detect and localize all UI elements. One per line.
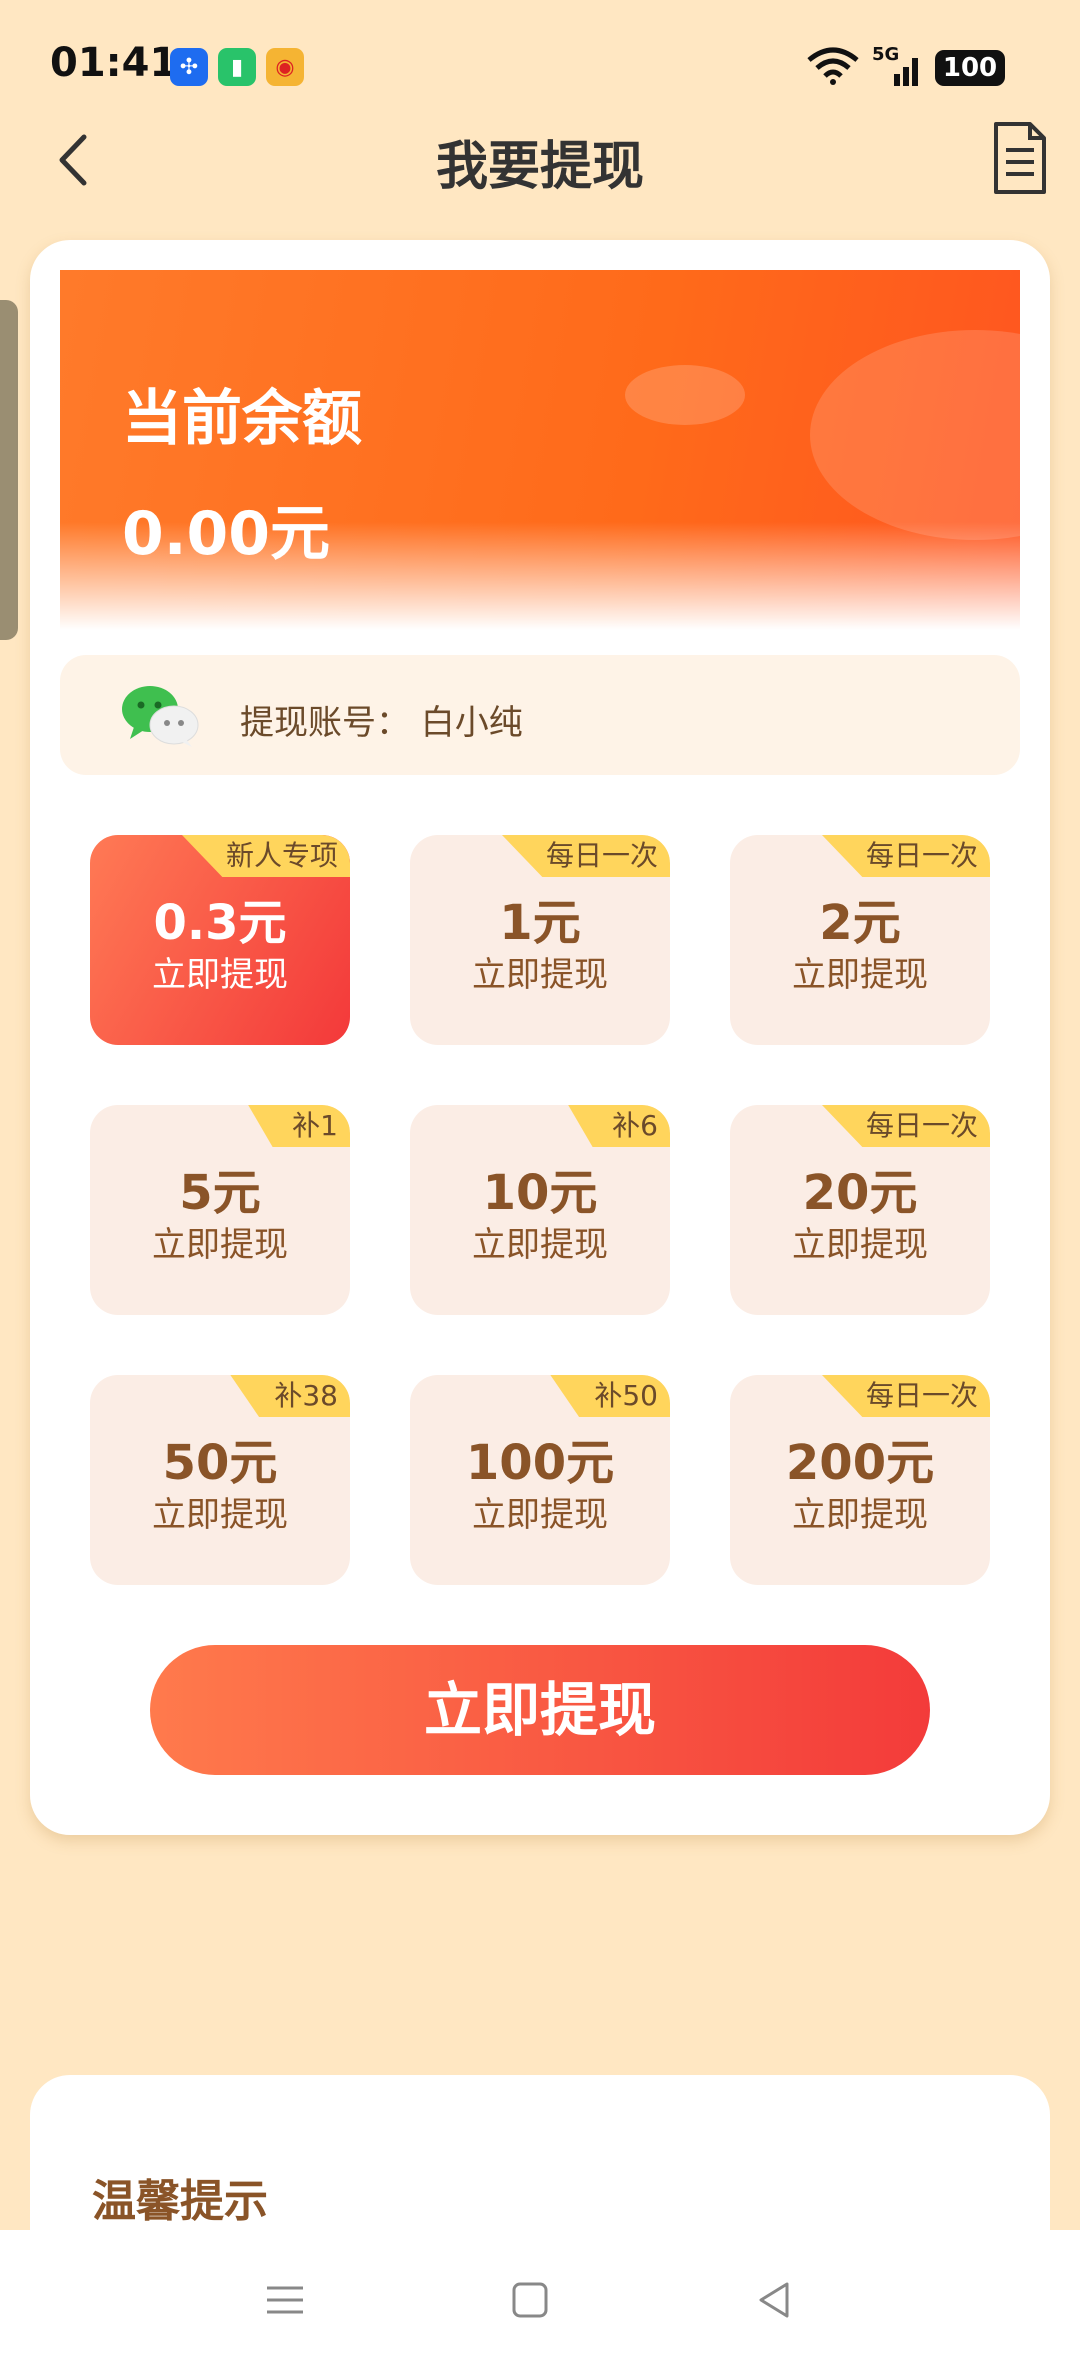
withdraw-option[interactable]: 补1 5元 立即提现 bbox=[90, 1105, 350, 1315]
menu-icon[interactable] bbox=[255, 2270, 315, 2330]
balance-value: 0.00元 bbox=[122, 499, 331, 569]
option-tag: 每日一次 bbox=[821, 835, 990, 877]
withdraw-option[interactable]: 每日一次 1元 立即提现 bbox=[410, 835, 670, 1045]
back-triangle-icon[interactable] bbox=[745, 2270, 805, 2330]
document-icon[interactable] bbox=[990, 120, 1050, 196]
battery-app-icon: ▮ bbox=[218, 48, 256, 86]
option-action: 立即提现 bbox=[792, 1495, 928, 1535]
withdraw-option[interactable]: 补50 100元 立即提现 bbox=[410, 1375, 670, 1585]
option-tag: 补38 bbox=[230, 1375, 350, 1417]
option-amount: 2元 bbox=[819, 895, 901, 951]
wifi-icon bbox=[807, 47, 859, 85]
option-amount: 5元 bbox=[179, 1165, 261, 1221]
option-amount: 0.3元 bbox=[153, 895, 287, 951]
system-nav-bar bbox=[0, 2230, 1080, 2362]
account-label: 提现账号： 白小纯 bbox=[240, 703, 523, 743]
withdraw-option[interactable]: 每日一次 200元 立即提现 bbox=[730, 1375, 990, 1585]
option-action: 立即提现 bbox=[152, 955, 288, 995]
page-title: 我要提现 bbox=[435, 137, 644, 197]
pinwheel-app-icon: ✣ bbox=[170, 48, 208, 86]
withdraw-option[interactable]: 每日一次 20元 立即提现 bbox=[730, 1105, 990, 1315]
option-amount: 100元 bbox=[465, 1435, 615, 1491]
option-tag: 补50 bbox=[550, 1375, 670, 1417]
banner-decoration bbox=[810, 330, 1020, 540]
withdraw-option[interactable]: 新人专项 0.3元 立即提现 bbox=[90, 835, 350, 1045]
option-action: 立即提现 bbox=[472, 1225, 608, 1265]
withdraw-now-button[interactable]: 立即提现 bbox=[150, 1645, 930, 1775]
option-tag: 每日一次 bbox=[821, 1375, 990, 1417]
weibo-app-icon: ◉ bbox=[266, 48, 304, 86]
option-amount: 1元 bbox=[499, 895, 581, 951]
signal-icon bbox=[894, 58, 918, 86]
option-tag: 新人专项 bbox=[181, 835, 350, 877]
top-navbar: 我要提现 bbox=[0, 110, 1080, 220]
option-tag: 补1 bbox=[248, 1105, 350, 1147]
option-action: 立即提现 bbox=[472, 1495, 608, 1535]
withdraw-account-row[interactable]: 提现账号： 白小纯 bbox=[60, 655, 1020, 775]
balance-label: 当前余额 bbox=[122, 384, 362, 454]
option-action: 立即提现 bbox=[152, 1495, 288, 1535]
withdraw-option[interactable]: 补38 50元 立即提现 bbox=[90, 1375, 350, 1585]
option-tag: 每日一次 bbox=[821, 1105, 990, 1147]
balance-banner: 当前余额 0.00元 bbox=[60, 270, 1020, 630]
tips-title: 温馨提示 bbox=[92, 2176, 268, 2227]
battery-indicator: 100 bbox=[935, 50, 1005, 86]
option-amount: 200元 bbox=[785, 1435, 935, 1491]
option-tag: 补6 bbox=[568, 1105, 670, 1147]
home-icon[interactable] bbox=[500, 2270, 560, 2330]
option-amount: 20元 bbox=[802, 1165, 918, 1221]
option-action: 立即提现 bbox=[152, 1225, 288, 1265]
option-amount: 10元 bbox=[482, 1165, 598, 1221]
wechat-icon bbox=[122, 686, 199, 747]
withdraw-option[interactable]: 每日一次 2元 立即提现 bbox=[730, 835, 990, 1045]
status-time: 01:41 bbox=[50, 40, 178, 86]
side-drawer-handle[interactable] bbox=[0, 300, 18, 640]
option-action: 立即提现 bbox=[792, 1225, 928, 1265]
option-amount: 50元 bbox=[162, 1435, 278, 1491]
option-tag: 每日一次 bbox=[501, 835, 670, 877]
withdraw-option[interactable]: 补6 10元 立即提现 bbox=[410, 1105, 670, 1315]
option-action: 立即提现 bbox=[472, 955, 608, 995]
banner-decoration bbox=[625, 365, 745, 425]
option-action: 立即提现 bbox=[792, 955, 928, 995]
withdraw-card: 当前余额 0.00元 提现账号： 白小纯 新人专项 0.3元 立即提现 每日一次… bbox=[30, 240, 1050, 1835]
